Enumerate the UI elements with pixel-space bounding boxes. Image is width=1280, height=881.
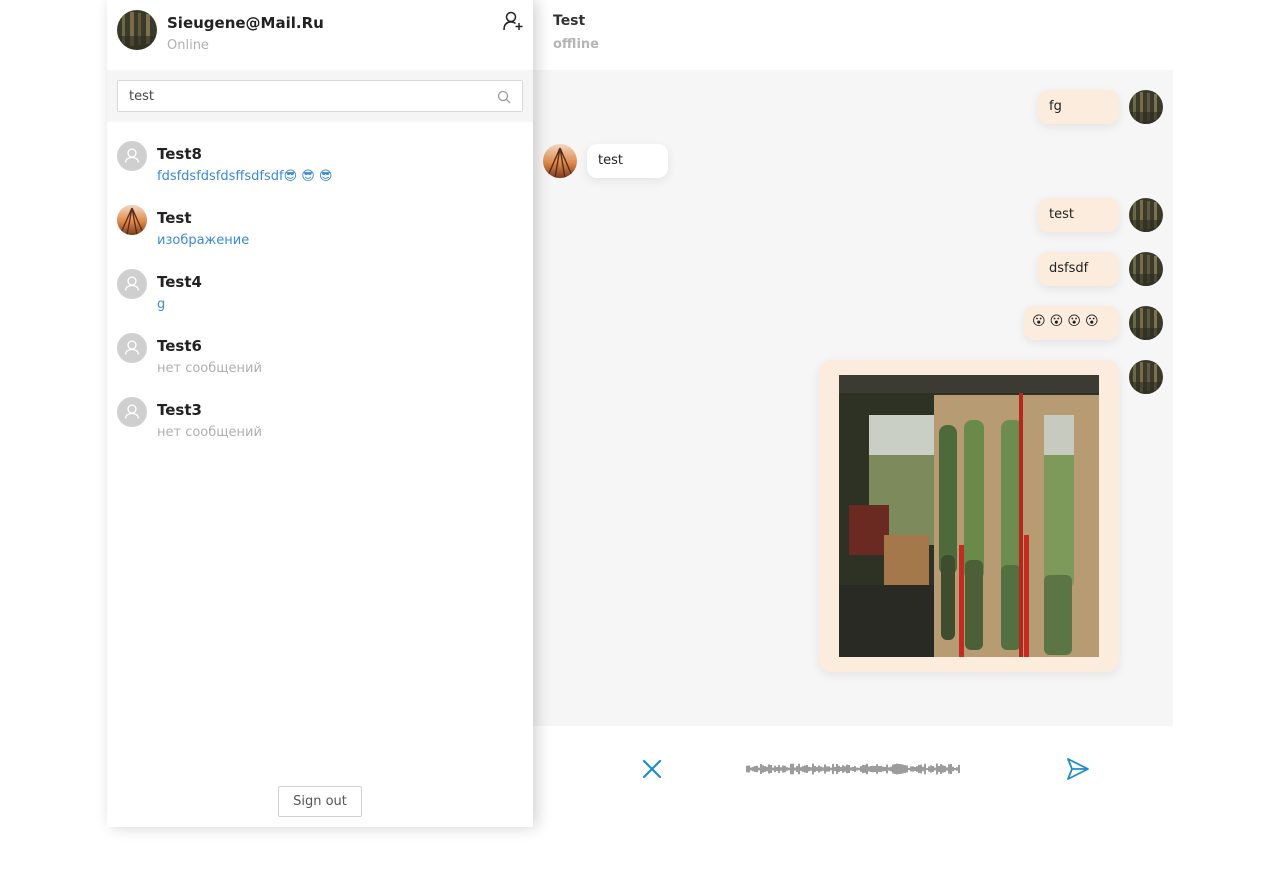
message-text: test [1049, 207, 1074, 222]
search-bar [107, 70, 533, 122]
contact-preview: нет сообщений [157, 361, 262, 376]
message-bubble-outgoing: test [1038, 198, 1119, 232]
contact-name: Test6 [157, 337, 202, 355]
list-item[interactable]: Test6 нет сообщений [107, 323, 533, 387]
sidebar: Sieugene@Mail.Ru Online Test8 fdsfdsfdsf… [107, 0, 533, 827]
profile-status: Online [167, 38, 209, 53]
contact-name: Test8 [157, 145, 202, 163]
default-avatar-icon [117, 141, 147, 171]
user-plus-icon[interactable] [502, 10, 524, 32]
message-text: dsfsdf [1049, 261, 1089, 276]
message-bubble-outgoing: 😮 😮 😮 😮 [1024, 306, 1119, 340]
my-avatar [1129, 198, 1163, 232]
message-bubble-outgoing: dsfsdf [1038, 252, 1119, 286]
chat-header: Test offline [533, 0, 1173, 70]
message-text: 😮 😮 😮 😮 [1032, 314, 1099, 329]
profile-name: Sieugene@Mail.Ru [167, 14, 324, 32]
avatar[interactable] [117, 10, 157, 50]
contact-name: Test [157, 209, 192, 227]
list-item[interactable]: Test изображение [107, 195, 533, 259]
message-text: fg [1049, 99, 1062, 114]
message-bubble-outgoing: fg [1038, 90, 1119, 124]
message-text: test [598, 153, 623, 168]
my-avatar [1129, 306, 1163, 340]
message-image-bubble[interactable] [819, 360, 1119, 672]
chat-status: offline [553, 37, 599, 52]
send-icon[interactable] [1065, 756, 1091, 782]
contact-name: Test3 [157, 401, 202, 419]
search-box [117, 80, 523, 112]
message-bubble-incoming: test [587, 144, 668, 178]
my-avatar [1129, 90, 1163, 124]
chat-title: Test [553, 13, 586, 29]
default-avatar-icon [117, 397, 147, 427]
list-item[interactable]: Test3 нет сообщений [107, 387, 533, 451]
contact-preview: fdsfdsfdsfdsffsdfsdf😎 😎 😎 [157, 169, 333, 184]
search-input[interactable] [118, 81, 488, 111]
my-avatar [1129, 252, 1163, 286]
sign-out-button[interactable]: Sign out [278, 786, 362, 817]
audio-waveform [746, 758, 961, 780]
message-list[interactable]: fg test test dsfsdf 😮 😮 😮 😮 [533, 70, 1173, 726]
default-avatar-icon [117, 333, 147, 363]
contact-avatar [543, 144, 577, 178]
list-item[interactable]: Test4 g [107, 259, 533, 323]
my-avatar [1129, 360, 1163, 394]
contact-preview: изображение [157, 233, 250, 248]
message-composer [533, 726, 1173, 826]
contact-preview: g [157, 297, 166, 312]
default-avatar-icon [117, 269, 147, 299]
close-icon[interactable] [641, 758, 663, 780]
list-item[interactable]: Test8 fdsfdsfdsfdsffsdfsdf😎 😎 😎 [107, 131, 533, 195]
search-icon[interactable] [497, 89, 511, 104]
contact-name: Test4 [157, 273, 202, 291]
message-photo[interactable] [839, 375, 1099, 657]
contact-preview: нет сообщений [157, 425, 262, 440]
avatar [117, 205, 147, 235]
